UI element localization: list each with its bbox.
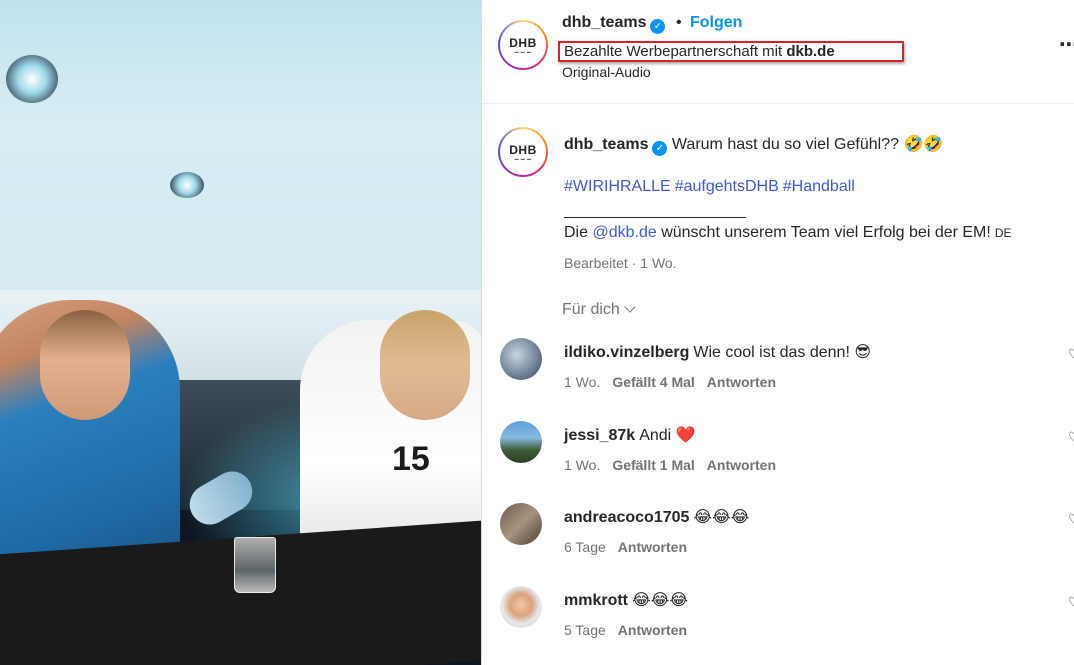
commenter-avatar[interactable] [500,586,542,628]
comment-time: 6 Tage [564,539,606,555]
reply-button[interactable]: Antworten [707,374,776,390]
comment-time: 1 Wo. [564,457,601,473]
comment-emoji: 😂😂😂 [632,590,689,609]
comment-emoji: 😎 [854,342,872,361]
comment-likes[interactable]: Gefällt 1 Mal [612,457,694,473]
comment-text: Wie cool ist das denn! [693,344,850,361]
caption-divider-line [564,217,746,218]
caption-wish-line: Die @dkb.de wünscht unserem Team viel Er… [564,224,1012,241]
comment-text: Andi [639,427,672,444]
jersey-number: 15 [392,440,430,478]
ceiling-lamp [6,55,58,103]
comment-item: mmkrott😂😂😂 5 Tage Antworten ♡ [482,586,1074,665]
commenter-avatar[interactable] [500,338,542,380]
more-options-icon[interactable]: ⋯ [1059,32,1074,57]
comment-item: andreacoco1705😂😂😂 6 Tage Antworten ♡ [482,503,1074,583]
hashtag-link[interactable]: #Handball [783,178,855,195]
ceiling-lamp [170,172,204,198]
comment-item: jessi_87k Andi ❤️ 1 Wo. Gefällt 1 Mal Antwo… [482,421,1074,501]
comment-emoji: ❤️ [675,425,696,444]
like-heart-icon[interactable]: ♡ [1068,429,1074,445]
commenter-username[interactable]: jessi_87k [564,427,635,444]
commenter-avatar[interactable] [500,503,542,545]
post-caption: dhb_teams ✓ Warum hast du so viel Gefühl?… [564,133,1064,156]
verified-badge-icon: ✓ [652,141,668,156]
commenter-username[interactable]: ildiko.vinzelberg [564,344,689,361]
caption-username[interactable]: dhb_teams [564,136,648,153]
original-audio-link[interactable]: Original-Audio [562,64,651,80]
hashtag-link[interactable]: #aufgehtsDHB [675,178,779,195]
mention-link[interactable]: @dkb.de [592,224,656,241]
comment-likes[interactable]: Gefällt 4 Mal [612,374,694,390]
caption-hashtags: #WIRIHRALLE #aufgehtsDHB #Handball [564,178,859,196]
player-left-head [40,310,130,420]
paid-partnership-label[interactable]: Bezahlte Werbepartnerschaft mit dkb.de [558,41,904,62]
flag-de: DE [994,226,1012,240]
commenter-avatar[interactable] [500,421,542,463]
commenter-username[interactable]: andreacoco1705 [564,509,689,526]
chevron-down-icon [624,301,636,313]
reply-button[interactable]: Antworten [618,622,687,638]
verified-badge-icon: ✓ [650,19,666,34]
post-header: DHB ▬ ▬ ▬ dhb_teams ✓ • Folgen Bezahlte We… [482,0,1074,104]
caption-text: Warum hast du so viel Gefühl?? [671,136,899,153]
player-right-head [380,310,470,420]
shot-glass [234,537,276,593]
hashtag-link[interactable]: #WIRIHRALLE [564,178,671,195]
commenter-username[interactable]: mmkrott [564,592,628,609]
follow-button[interactable]: Folgen [690,14,742,32]
comment-time: 5 Tage [564,622,606,638]
like-heart-icon[interactable]: ♡ [1068,594,1074,610]
dhb-logo-icon: DHB ▬ ▬ ▬ [509,35,537,54]
like-heart-icon[interactable]: ♡ [1068,346,1074,362]
comment-time: 1 Wo. [564,374,601,390]
partner-link[interactable]: dkb.de [786,43,834,60]
caption-meta: Bearbeitet · 1 Wo. [564,255,677,271]
reply-button[interactable]: Antworten [707,457,776,473]
like-heart-icon[interactable]: ♡ [1068,511,1074,527]
author-username[interactable]: dhb_teams ✓ [562,14,666,34]
separator-dot: • [676,14,682,31]
post-media[interactable]: 15 [0,0,481,665]
author-avatar[interactable]: DHB ▬ ▬ ▬ [498,20,548,70]
caption-emojis: 🤣🤣 [903,134,944,153]
comment-item: ildiko.vinzelberg Wie cool ist das denn! … [482,338,1074,418]
post-detail-panel: DHB ▬ ▬ ▬ dhb_teams ✓ • Folgen Bezahlte We… [482,0,1074,665]
caption-author-avatar[interactable]: DHB ▬ ▬ ▬ [498,127,548,177]
comment-emoji: 😂😂😂 [693,507,750,526]
dhb-logo-icon: DHB ▬ ▬ ▬ [509,142,537,161]
reply-button[interactable]: Antworten [618,539,687,555]
for-you-dropdown[interactable]: Für dich [562,301,636,319]
